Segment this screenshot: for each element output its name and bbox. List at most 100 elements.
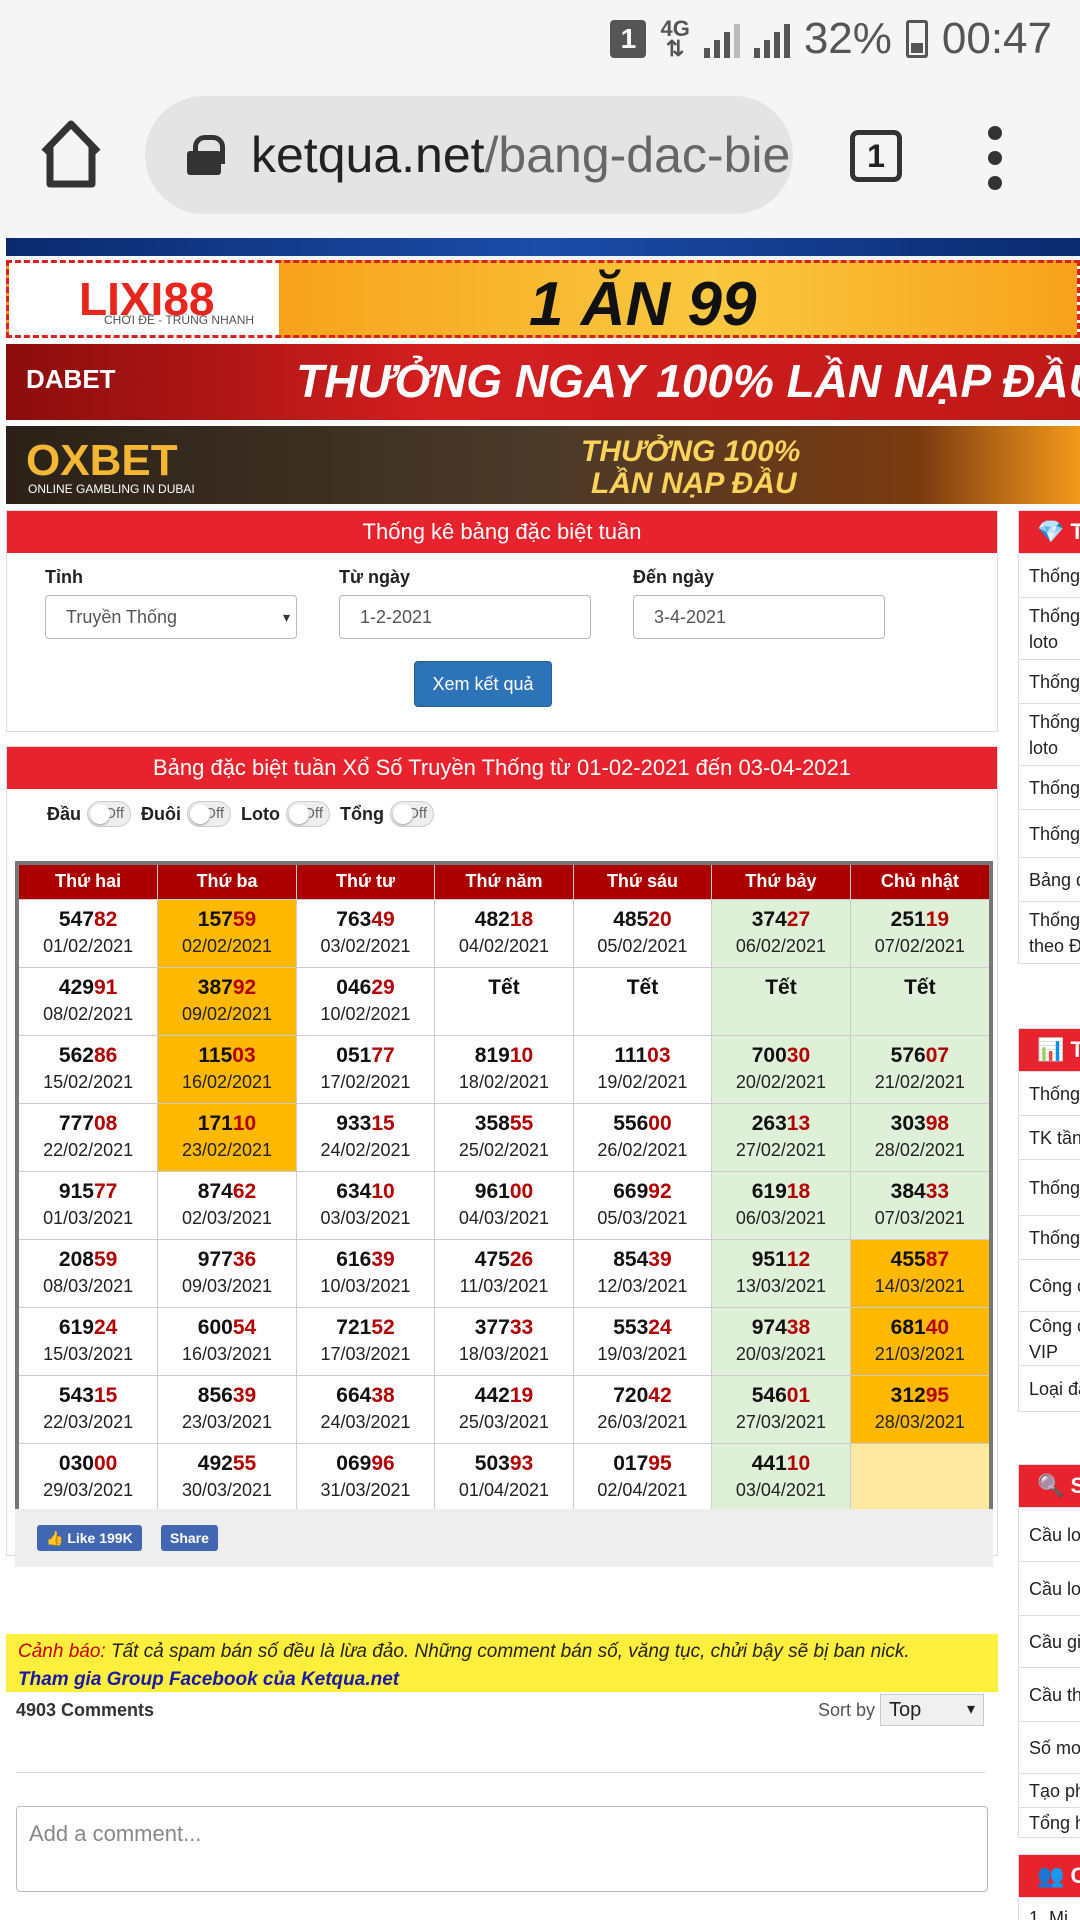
number-tail: 77 — [371, 1043, 395, 1067]
cell-signal-icon — [753, 20, 790, 58]
number-prefix: 503 — [474, 1451, 510, 1475]
number-prefix: 030 — [58, 1451, 94, 1475]
sidebar-link[interactable]: 1. Mi — [1019, 1897, 1080, 1920]
result-cell: 93315 24/02/2021 — [295, 1102, 436, 1172]
to-date-input[interactable]: 3-4-2021 — [633, 595, 885, 639]
toggle-label: Tổng — [340, 803, 384, 824]
sidebar-link[interactable]: Công c VIP — [1019, 1311, 1080, 1365]
result-number: 72042 — [574, 1384, 711, 1408]
top-banner-strip[interactable] — [6, 238, 1080, 256]
day-header: Thứ năm — [434, 862, 574, 900]
result-number: 42991 — [19, 976, 157, 1000]
number-tail: 15 — [371, 1111, 395, 1135]
sidebar-link[interactable]: Cầu lot — [1019, 1561, 1080, 1615]
sidebar-link[interactable]: TK tần — [1019, 1115, 1080, 1159]
number-tail: 12 — [786, 1247, 811, 1271]
result-number: 97736 — [158, 1248, 295, 1272]
result-number: 77708 — [19, 1112, 157, 1136]
toggle-switch[interactable]: Off — [389, 801, 434, 827]
sidebar-link[interactable]: Số mơ — [1019, 1721, 1080, 1773]
add-comment-input[interactable]: Add a comment... — [16, 1806, 988, 1892]
number-prefix: 208 — [58, 1247, 94, 1271]
home-icon[interactable] — [38, 118, 104, 190]
toggle-switch[interactable]: Off — [286, 801, 330, 827]
result-date: 24/02/2021 — [320, 1139, 411, 1160]
sidebar-link[interactable]: Thống loto — [1019, 597, 1080, 659]
sidebar-link[interactable]: Công c — [1019, 1259, 1080, 1311]
result-number: 61639 — [297, 1248, 434, 1272]
day-header: Chủ nhật — [849, 862, 992, 900]
lixi88-banner[interactable]: LIXI88 CHƠI ĐỀ - TRÚNG NHANH 1 ĂN 99 — [6, 260, 1080, 338]
result-number: 97438 — [712, 1316, 849, 1340]
result-cell: 66992 05/03/2021 — [572, 1170, 713, 1240]
toggle-switch[interactable]: Off — [187, 801, 232, 827]
sidebar-link[interactable]: Thống theo Đ — [1019, 901, 1080, 963]
toggle-label: Đuôi — [141, 803, 182, 824]
sidebar-link[interactable]: Tổng h — [1019, 1807, 1080, 1837]
sidebar-link[interactable]: Thống — [1019, 1215, 1080, 1259]
result-date: 19/02/2021 — [597, 1071, 688, 1092]
result-date: 05/03/2021 — [597, 1207, 688, 1228]
result-date: 24/03/2021 — [320, 1411, 411, 1432]
sidebar-link[interactable]: Thống — [1019, 765, 1080, 809]
number-prefix: 482 — [474, 907, 510, 931]
number-tail: 33 — [509, 1315, 534, 1339]
result-date: 25/03/2021 — [458, 1411, 550, 1432]
number-prefix: Tết — [765, 975, 797, 999]
number-tail: 07 — [925, 1043, 950, 1067]
fb-like-button[interactable]: 👍 Like 199K — [37, 1525, 142, 1551]
number-tail: 95 — [648, 1451, 672, 1475]
result-cell: 38433 07/03/2021 — [849, 1170, 992, 1240]
facebook-group-link[interactable]: Tham gia Group Facebook của Ketqua.net — [18, 1669, 399, 1690]
province-select[interactable]: Truyền Thống ▾ — [45, 595, 297, 639]
sidebar-link[interactable]: Loại đa — [1019, 1365, 1080, 1411]
number-prefix: 664 — [336, 1383, 372, 1407]
sidebar-link[interactable]: Thống — [1019, 553, 1080, 597]
result-date: 12/03/2021 — [597, 1275, 688, 1296]
number-prefix: 763 — [336, 907, 372, 931]
result-cell: 06996 31/03/2021 — [295, 1442, 436, 1512]
clock: 00:47 — [941, 14, 1052, 63]
sidebar-link[interactable]: Thống — [1019, 1071, 1080, 1115]
address-bar[interactable]: ketqua.net/bang-dac-bie — [145, 96, 793, 214]
dabet-banner[interactable]: DABET THƯỞNG NGAY 100% LẦN NẠP ĐẦU TIÊN — [6, 344, 1080, 420]
number-prefix: 669 — [613, 1179, 649, 1203]
result-cell: 76349 03/02/2021 — [295, 898, 436, 968]
number-tail: 87 — [925, 1247, 950, 1271]
result-number: 31295 — [851, 1384, 989, 1408]
result-number: 44219 — [435, 1384, 572, 1408]
sidebar-link[interactable]: Thống — [1019, 1159, 1080, 1215]
warning-body: Tất cả spam bán số đều là lừa đảo. Những… — [105, 1641, 910, 1662]
sort-select[interactable]: Top — [880, 1694, 984, 1726]
sidebar-link[interactable]: Tạo ph — [1019, 1773, 1080, 1807]
number-tail: 10 — [786, 1451, 811, 1475]
day-header: Thứ sáu — [572, 862, 713, 900]
more-menu-icon[interactable] — [988, 126, 1002, 190]
result-cell: 96100 04/03/2021 — [434, 1170, 574, 1240]
result-cell: 57607 21/02/2021 — [849, 1034, 992, 1104]
view-results-button[interactable]: Xem kết quả — [414, 661, 552, 707]
tab-switcher-button[interactable]: 1 — [850, 130, 902, 182]
result-number: 95112 — [712, 1248, 849, 1272]
notification-icon: 1 — [610, 20, 647, 58]
table-row: 56286 15/02/2021 11503 16/02/2021 05177 17/02… — [16, 1034, 992, 1104]
sidebar-link[interactable]: Thống loto — [1019, 703, 1080, 765]
comment-warning: Cảnh báo: Tất cả spam bán số đều là lừa … — [6, 1634, 998, 1692]
sidebar-link[interactable]: Cầu lot — [1019, 1507, 1080, 1561]
sidebar-link[interactable]: Cầu giả — [1019, 1615, 1080, 1667]
sidebar-link[interactable]: Thống — [1019, 809, 1080, 857]
result-cell: 72042 26/03/2021 — [572, 1374, 713, 1444]
from-date-input[interactable]: 1-2-2021 — [339, 595, 591, 639]
oxbet-banner[interactable]: OXBET ONLINE GAMBLING IN DUBAI THƯỞNG 10… — [6, 426, 1080, 504]
url-domain: ketqua.net — [251, 127, 485, 183]
number-tail: 59 — [232, 907, 257, 931]
sidebar-link[interactable]: Cầu th — [1019, 1667, 1080, 1721]
fb-share-button[interactable]: Share — [161, 1525, 218, 1551]
toggle-switch[interactable]: Off — [87, 801, 132, 827]
sidebar-link[interactable]: Bảng đ — [1019, 857, 1080, 901]
table-row: 54315 22/03/2021 85639 23/03/2021 66438 24/03… — [16, 1374, 992, 1444]
result-cell: 44110 03/04/2021 — [711, 1442, 851, 1512]
sidebar-link[interactable]: Thống — [1019, 659, 1080, 703]
url-path: /bang-dac-bie — [484, 127, 791, 183]
result-number: 54315 — [19, 1384, 157, 1408]
